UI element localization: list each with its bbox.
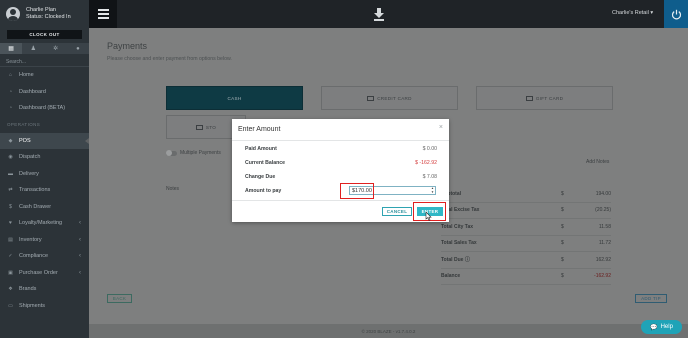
chevron-left-icon: ‹	[79, 220, 81, 227]
current-balance-row: Current Balance $ -162.92	[245, 160, 437, 166]
sidebar-item-pos[interactable]: ◆ POS	[0, 132, 89, 149]
modal-header: Enter Amount ×	[232, 119, 449, 141]
chat-icon: 💬	[650, 324, 658, 331]
totals-row: Total Due ⓘ $162.92	[441, 252, 611, 269]
sidebar-item-inventory[interactable]: ▤ Inventory ‹	[0, 232, 89, 249]
sidebar-item-home[interactable]: ⌂ Home	[0, 67, 89, 84]
sidebar-item-cash-drawer[interactable]: $ Cash Drawer	[0, 199, 89, 216]
totals-table: Subtotal $194.00 Total Excise Tax $ (20.25)…	[441, 186, 611, 285]
sidebar-item-dispatch[interactable]: ◉ Dispatch	[0, 149, 89, 166]
change-due-row: Change Due $ 7.08	[245, 174, 437, 180]
dashboard-icon: ◔	[8, 88, 13, 95]
info-icon[interactable]: ⓘ	[465, 257, 470, 263]
toggle-switch[interactable]	[166, 150, 177, 156]
sidebar-search-input[interactable]: Search...	[0, 57, 89, 67]
modal-divider	[232, 200, 449, 201]
multiple-payments-toggle[interactable]: Multiple Payments	[166, 150, 221, 156]
chevron-left-icon: ‹	[79, 269, 81, 276]
sidebar-item-shipments[interactable]: ▭ Shipments	[0, 298, 89, 315]
back-button[interactable]: BACK	[107, 294, 132, 303]
person-icon[interactable]: ●	[67, 43, 89, 54]
page-subtitle: Please choose and enter payment from opt…	[107, 56, 232, 62]
truck-icon: ▬	[8, 170, 13, 177]
totals-row: Total City Tax $11.58	[441, 219, 611, 236]
credit-card-tile[interactable]: CREDIT CARD	[321, 86, 458, 110]
avatar[interactable]	[6, 7, 20, 21]
hamburger-menu-icon[interactable]	[89, 0, 117, 28]
top-bar: Charlie's Retail ▾	[89, 0, 688, 28]
help-button[interactable]: 💬 Help	[641, 320, 682, 334]
compliance-icon: ✓	[8, 253, 13, 260]
blaze-logo-icon	[374, 8, 384, 21]
user-status: Status: Clocked In	[26, 14, 71, 20]
store-select[interactable]: Charlie's Retail ▾	[612, 10, 653, 16]
totals-row: Total Excise Tax $ (20.25)	[441, 203, 611, 219]
add-notes-link[interactable]: Add Notes	[586, 159, 609, 165]
mouse-pointer-icon	[425, 212, 432, 221]
sidebar-icon-tabs: ▦ ♟ ✲ ●	[0, 43, 89, 54]
cancel-button[interactable]: CANCEL	[382, 207, 412, 216]
user-name: Charlie Plan	[26, 7, 56, 13]
sidebar-item-purchase-order[interactable]: ▣ Purchase Order ‹	[0, 265, 89, 282]
sidebar: Charlie Plan Status: Clocked In CLOCK OU…	[0, 0, 89, 338]
totals-row: Subtotal $194.00	[441, 186, 611, 203]
power-button[interactable]	[664, 0, 688, 28]
cash-icon: $	[9, 203, 12, 210]
modal-title: Enter Amount	[238, 126, 281, 133]
chevron-left-icon: ‹	[79, 236, 81, 243]
sidebar-item-delivery[interactable]: ▬ Delivery	[0, 166, 89, 183]
credit-card-icon	[367, 95, 375, 101]
gear-icon[interactable]: ✲	[45, 43, 67, 54]
clock-out-button[interactable]: CLOCK OUT	[7, 30, 82, 39]
user-block: Charlie Plan Status: Clocked In	[0, 0, 89, 28]
user-icon[interactable]: ♟	[22, 43, 44, 54]
sidebar-item-dashboard-beta[interactable]: ◔ Dashboard (BETA)	[0, 100, 89, 117]
paid-amount-row: Paid Amount $ 0.00	[245, 146, 437, 152]
sidebar-item-compliance[interactable]: ✓ Compliance ‹	[0, 248, 89, 265]
footer: © 2020 BLAZE - v1.7.4.0.2	[89, 324, 688, 338]
purchase-icon: ▣	[8, 269, 13, 276]
sidebar-item-loyalty[interactable]: ♥ Loyalty/Marketing ‹	[0, 215, 89, 232]
chevron-down-icon: ▾	[650, 10, 654, 16]
gift-card-icon	[525, 95, 533, 101]
sidebar-item-brands[interactable]: ❖ Brands	[0, 281, 89, 298]
shipments-icon: ▭	[8, 302, 13, 309]
close-icon[interactable]: ×	[439, 124, 443, 131]
sidebar-section-label: OPERATIONS	[7, 122, 41, 127]
sidebar-item-transactions[interactable]: ⇄ Transactions	[0, 182, 89, 199]
add-tip-button[interactable]: ADD TIP	[635, 294, 667, 303]
dashboard-icon: ◔	[8, 105, 13, 112]
notes-label: Notes	[166, 186, 180, 192]
loyalty-icon: ♥	[9, 220, 12, 227]
totals-row: Balance $ -162.92	[441, 269, 611, 285]
gift-card-tile[interactable]: GIFT CARD	[476, 86, 613, 110]
totals-row: Total Sales Tax $11.72	[441, 236, 611, 252]
page-title: Payments	[107, 41, 148, 51]
chevron-left-icon: ‹	[79, 253, 81, 260]
map-icon[interactable]: ▦	[0, 43, 23, 54]
amount-to-pay-label-row: Amount to pay	[245, 188, 282, 194]
home-icon: ⌂	[8, 72, 13, 79]
dispatch-icon: ◉	[8, 154, 13, 161]
tag-icon: ◆	[8, 137, 13, 144]
cash-tile[interactable]: CASH	[166, 86, 303, 110]
sidebar-item-dashboard[interactable]: ◔ Dashboard	[0, 84, 89, 101]
highlight-box	[340, 183, 374, 199]
brands-icon: ❖	[8, 286, 13, 293]
store-credit-icon	[195, 124, 203, 130]
number-stepper[interactable]: ▲ ▼	[430, 186, 435, 194]
transactions-icon: ⇄	[8, 187, 13, 194]
power-icon	[671, 9, 681, 19]
inventory-icon: ▤	[8, 236, 13, 243]
